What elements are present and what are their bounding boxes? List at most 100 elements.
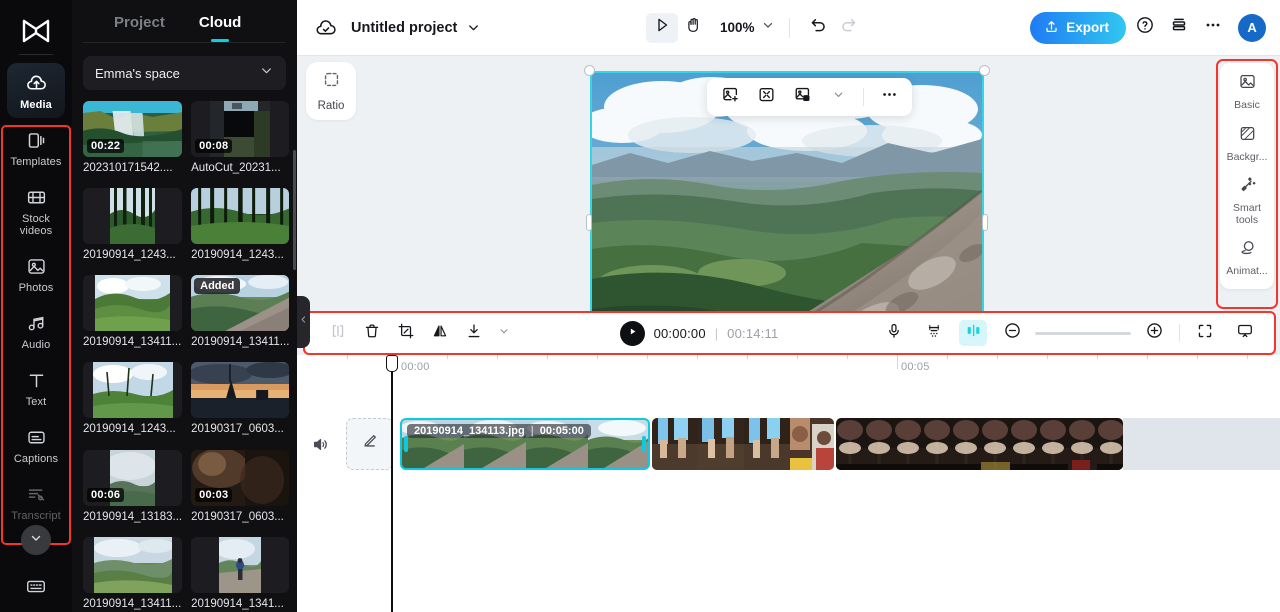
keyboard-icon [25, 575, 47, 602]
timeline-panel[interactable]: 00:00 00:05 00:10 00:15 [297, 355, 1280, 612]
space-selector-dropdown[interactable]: Emma's space [83, 56, 286, 90]
sidebar-item-stock-videos[interactable]: Stock videos [7, 177, 65, 244]
timeline-clip-selected[interactable]: 20190914_134113.jpg | 00:05:00 [400, 418, 650, 470]
more-options-caret[interactable] [827, 86, 849, 108]
timeline-empty-area[interactable] [1123, 418, 1280, 470]
transcript-scissors-icon [25, 483, 47, 505]
sidebar-item-audio[interactable]: Audio [7, 303, 65, 358]
download-clip-button[interactable] [459, 320, 489, 346]
replace-media-button[interactable] [719, 86, 741, 108]
media-thumbnail: 00:22 [83, 101, 183, 157]
sidebar-item-templates[interactable]: Templates [7, 120, 65, 175]
redo-button[interactable] [834, 13, 864, 43]
ellipsis-icon [880, 85, 899, 109]
project-title[interactable]: Untitled project [351, 20, 457, 36]
resize-handle-left[interactable] [586, 213, 592, 231]
redo-arrow-icon [839, 16, 858, 40]
timeline-clip[interactable] [652, 418, 834, 470]
zoom-in-button[interactable] [1139, 320, 1169, 346]
panel-collapse-button[interactable] [297, 296, 310, 348]
fit-to-frame-button[interactable] [755, 86, 777, 108]
chevron-left-icon [299, 313, 308, 331]
layers-button[interactable] [1164, 13, 1194, 43]
clip-trim-left[interactable] [404, 436, 408, 452]
select-tool-button[interactable] [646, 12, 679, 43]
media-item[interactable]: 20190914_1243... [83, 362, 183, 440]
timeline-clip[interactable] [836, 418, 1123, 470]
tab-cloud[interactable]: Cloud [199, 14, 242, 42]
sidebar-item-captions[interactable]: Captions [7, 417, 65, 472]
speaker-icon[interactable] [309, 434, 331, 454]
help-button[interactable] [1130, 13, 1160, 43]
resize-handle-top-left[interactable] [584, 65, 595, 76]
sidebar-item-label: Media [20, 99, 52, 111]
chevron-down-icon [29, 531, 43, 550]
media-thumbnail [83, 362, 183, 419]
resize-handle-right[interactable] [982, 213, 988, 231]
undo-button[interactable] [804, 13, 834, 43]
capcut-logo-icon[interactable] [16, 14, 56, 48]
stack-icon [1169, 15, 1189, 40]
right-rail-item-background[interactable]: Backgr... [1222, 124, 1272, 164]
media-item[interactable]: 20190914_13411... [83, 275, 183, 353]
trash-icon [363, 322, 381, 345]
avatar[interactable]: A [1238, 13, 1267, 42]
right-rail-item-basic[interactable]: Basic [1222, 72, 1272, 112]
media-duration: 00:22 [87, 139, 125, 153]
tabs-divider [83, 42, 286, 43]
timeline-settings-button[interactable] [919, 320, 949, 346]
zoom-out-button[interactable] [997, 320, 1027, 346]
hand-tool-button[interactable] [678, 13, 710, 43]
sidebar-item-label: Audio [21, 339, 51, 351]
media-item[interactable]: 20190317_0603... [191, 362, 290, 440]
mirror-clip-button[interactable] [425, 320, 455, 346]
tab-project[interactable]: Project [114, 14, 165, 42]
delete-clip-button[interactable] [357, 320, 387, 346]
timeline-ruler[interactable]: 00:00 00:05 00:10 00:15 [297, 355, 1280, 379]
playhead-handle[interactable] [386, 355, 398, 372]
media-scrollbar[interactable] [292, 150, 296, 270]
media-item[interactable]: 00:22 202310171542.... [83, 101, 183, 179]
crop-clip-button[interactable] [391, 320, 421, 346]
sidebar-item-transcript[interactable]: Transcript [7, 474, 65, 529]
sidebar-item-label: Transcript [11, 510, 61, 522]
export-button[interactable]: Export [1030, 11, 1127, 44]
zoom-slider-track[interactable] [1035, 331, 1131, 335]
sidebar-item-photos[interactable]: Photos [7, 246, 65, 301]
media-item[interactable]: 00:08 AutoCut_20231... [191, 101, 290, 179]
fullscreen-button[interactable] [1190, 320, 1220, 346]
media-item[interactable]: 20190914_1243... [83, 188, 183, 266]
clip-thumbnail-strip [836, 418, 1123, 470]
sidebar-item-text[interactable]: Text [7, 360, 65, 415]
record-voiceover-button[interactable] [879, 320, 909, 346]
right-rail-item-animation[interactable]: Animat... [1222, 238, 1272, 278]
snap-toggle-button[interactable] [959, 320, 987, 346]
more-menu-button[interactable] [1198, 13, 1228, 43]
media-item[interactable]: 20190914_1341... [191, 536, 290, 612]
chevron-down-icon [498, 324, 510, 342]
media-item[interactable]: 00:03 20190317_0603... [191, 449, 290, 528]
chevron-down-icon[interactable] [466, 20, 481, 35]
sidebar-item-media[interactable]: Media [7, 63, 65, 118]
media-item[interactable]: Added 20190914_13411... [191, 275, 290, 353]
keyboard-shortcuts-button[interactable] [0, 575, 72, 602]
edit-cover-button[interactable] [346, 418, 393, 470]
clip-trim-right[interactable] [642, 436, 646, 452]
pip-layer-button[interactable] [791, 86, 813, 108]
split-clip-button[interactable] [323, 320, 353, 346]
media-item[interactable]: 20190914_13411... [83, 536, 183, 612]
pencil-edit-icon [360, 432, 379, 456]
media-item[interactable]: 20190914_1243... [191, 188, 290, 266]
right-rail-item-smart-tools[interactable]: Smart tools [1222, 175, 1272, 226]
rail-collapse-button[interactable] [21, 525, 51, 555]
display-settings-button[interactable] [1230, 320, 1260, 346]
toolbar-divider [788, 17, 790, 38]
resize-handle-top-right[interactable] [979, 65, 990, 76]
cloud-check-icon[interactable] [313, 15, 339, 41]
zoom-level-selector[interactable]: 100% [720, 18, 775, 37]
media-more-menu-button[interactable] [878, 86, 900, 108]
media-item[interactable]: 00:06 20190914_13183... [83, 449, 183, 528]
ratio-button[interactable]: Ratio [306, 62, 356, 120]
play-button[interactable] [619, 320, 645, 346]
download-caret-button[interactable] [489, 320, 519, 346]
